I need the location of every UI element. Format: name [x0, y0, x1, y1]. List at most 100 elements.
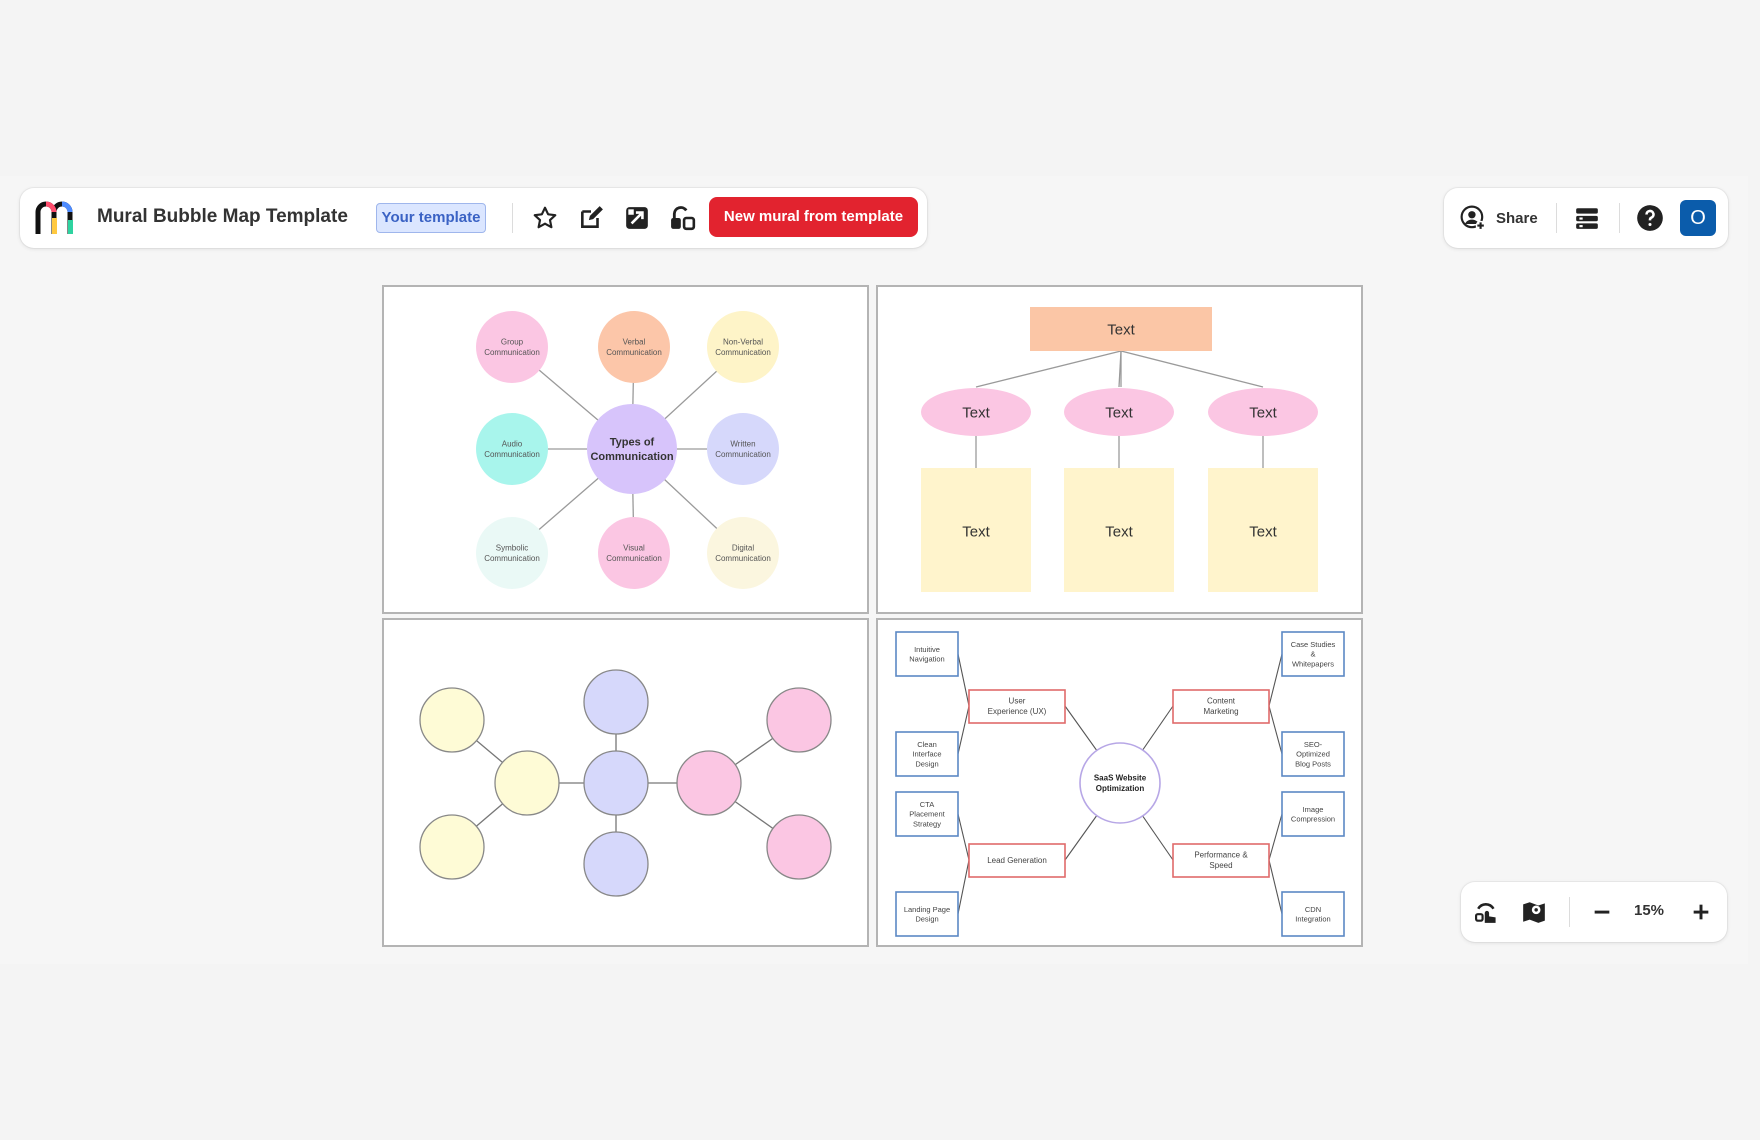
- mid-node-label: Content: [1207, 697, 1236, 706]
- center-node: [1079, 742, 1161, 824]
- bubble-node: [583, 831, 649, 897]
- bubble-node: [598, 517, 670, 589]
- map-location-icon[interactable]: [1517, 895, 1551, 929]
- toolbar-divider: [1569, 897, 1570, 927]
- template-badge: Your template: [376, 203, 486, 233]
- bubble-label: Communication: [484, 554, 540, 563]
- touch-gesture-icon[interactable]: [1471, 895, 1505, 929]
- bubble-label: Group: [501, 338, 524, 347]
- unlock-icon[interactable]: [666, 201, 700, 235]
- bubble-label: Written: [730, 440, 755, 449]
- mid-node-label: User: [1009, 697, 1026, 706]
- bubble-node: [494, 750, 560, 816]
- mid-node-label: Performance &: [1194, 851, 1248, 860]
- bubble-node: [707, 311, 779, 383]
- bubble-node: [766, 814, 832, 880]
- bubble-node: [419, 814, 485, 880]
- bubble-node: [707, 517, 779, 589]
- leaf-node-label: SEO-: [1304, 740, 1323, 749]
- bubble-label: Communication: [715, 450, 771, 459]
- leaf-node-label: Design: [915, 915, 938, 924]
- center-bubble-label: Types of: [610, 437, 655, 449]
- center-bubble-label: Communication: [590, 451, 673, 463]
- sticky-label: Text: [1249, 523, 1277, 540]
- bubble-label: Digital: [732, 544, 754, 553]
- leaf-node-label: Strategy: [913, 819, 941, 828]
- bubble-label: Communication: [484, 348, 540, 357]
- new-mural-from-template-button[interactable]: New mural from template: [709, 197, 918, 237]
- bubble-label: Audio: [502, 440, 523, 449]
- leaf-node-label: Interface: [912, 750, 941, 759]
- mid-node-label: Speed: [1209, 861, 1232, 870]
- bubble-node: [419, 687, 485, 753]
- zoom-out-icon[interactable]: [1585, 895, 1619, 929]
- bubble-label: Communication: [484, 450, 540, 459]
- favorite-star-icon[interactable]: [528, 201, 562, 235]
- sticky-label: Text: [962, 523, 990, 540]
- top-box-label: Text: [1107, 321, 1135, 338]
- bubble-node: [676, 750, 742, 816]
- bubble-node: [583, 669, 649, 735]
- bubble-label: Symbolic: [496, 544, 528, 553]
- bubble-node: [707, 413, 779, 485]
- edit-icon[interactable]: [574, 201, 608, 235]
- hierarchy-graphic: Text Text Text Text Text Text Text: [921, 307, 1318, 592]
- mural-canvas[interactable]: [0, 176, 1748, 964]
- connector-line: [1268, 859, 1283, 915]
- connector-line: [1268, 653, 1283, 707]
- leaf-node-label: Whitepapers: [1292, 659, 1334, 668]
- connector-line: [957, 859, 970, 915]
- share-button[interactable]: Share: [1460, 201, 1538, 235]
- leaf-node-label: Case Studies: [1291, 640, 1336, 649]
- center-node-label: SaaS Website: [1094, 774, 1147, 783]
- empty-bubble-map-graphic: [419, 669, 832, 897]
- leaf-node-label: Navigation: [909, 655, 944, 664]
- connector-line: [957, 813, 970, 861]
- help-icon[interactable]: [1633, 201, 1667, 235]
- panel-hierarchy-template[interactable]: Text Text Text Text Text Text Text: [876, 285, 1363, 614]
- leaf-node-label: Landing Page: [904, 905, 950, 914]
- panel-communication-bubble-map[interactable]: Group Communication Verbal Communication Non…: [382, 285, 869, 614]
- center-node-label: Optimization: [1096, 784, 1145, 793]
- zoom-level: 15%: [1634, 902, 1665, 919]
- leaf-node-label: Blog Posts: [1295, 759, 1331, 768]
- leaf-node-label: Intuitive: [914, 645, 940, 654]
- leaf-node-label: Integration: [1295, 915, 1330, 924]
- bubble-node: [476, 311, 548, 383]
- bubble-label: Non-Verbal: [723, 338, 763, 347]
- oval-label: Text: [1105, 404, 1133, 421]
- mural-title[interactable]: Mural Bubble Map Template: [97, 206, 348, 228]
- sticky-label: Text: [1105, 523, 1133, 540]
- connector-line: [957, 705, 970, 755]
- bubble-node: [583, 750, 649, 816]
- leaf-node-label: Image: [1303, 805, 1324, 814]
- top-toolbar: Mural Bubble Map Template Your template …: [20, 188, 927, 248]
- outline-list-icon[interactable]: [1570, 201, 1604, 235]
- mural-logo-icon[interactable]: [34, 198, 78, 238]
- bubble-label: Communication: [715, 348, 771, 357]
- oval-label: Text: [962, 404, 990, 421]
- connector-line: [1268, 705, 1283, 755]
- bubble-label: Communication: [606, 348, 662, 357]
- leaf-node-label: Optimized: [1296, 750, 1330, 759]
- bubble-label: Verbal: [623, 338, 646, 347]
- saas-mind-map-graphic: SaaS WebsiteOptimization UserExperience (…: [895, 631, 1345, 937]
- top-right-toolbar: Share O: [1444, 188, 1728, 248]
- panel-saas-mind-map[interactable]: SaaS Website Optimization User Experience (…: [876, 618, 1363, 947]
- bubble-node: [476, 413, 548, 485]
- leaf-node-label: CDN: [1305, 905, 1321, 914]
- zoom-controls: 15%: [1461, 882, 1727, 942]
- mid-node-label: Experience (UX): [988, 707, 1047, 716]
- zoom-in-icon[interactable]: [1684, 895, 1718, 929]
- share-label: Share: [1496, 209, 1538, 227]
- center-bubble: [587, 404, 677, 494]
- bubble-label: Communication: [715, 554, 771, 563]
- user-avatar[interactable]: O: [1680, 200, 1716, 236]
- export-icon[interactable]: [620, 201, 654, 235]
- bubble-node: [598, 311, 670, 383]
- panel-empty-bubble-map[interactable]: [382, 618, 869, 947]
- leaf-node-label: Compression: [1291, 815, 1335, 824]
- leaf-node-label: &: [1310, 650, 1315, 659]
- communication-bubble-map-graphic: GroupCommunicationVerbalCommunicationNon…: [476, 311, 779, 589]
- connector-line: [957, 653, 970, 707]
